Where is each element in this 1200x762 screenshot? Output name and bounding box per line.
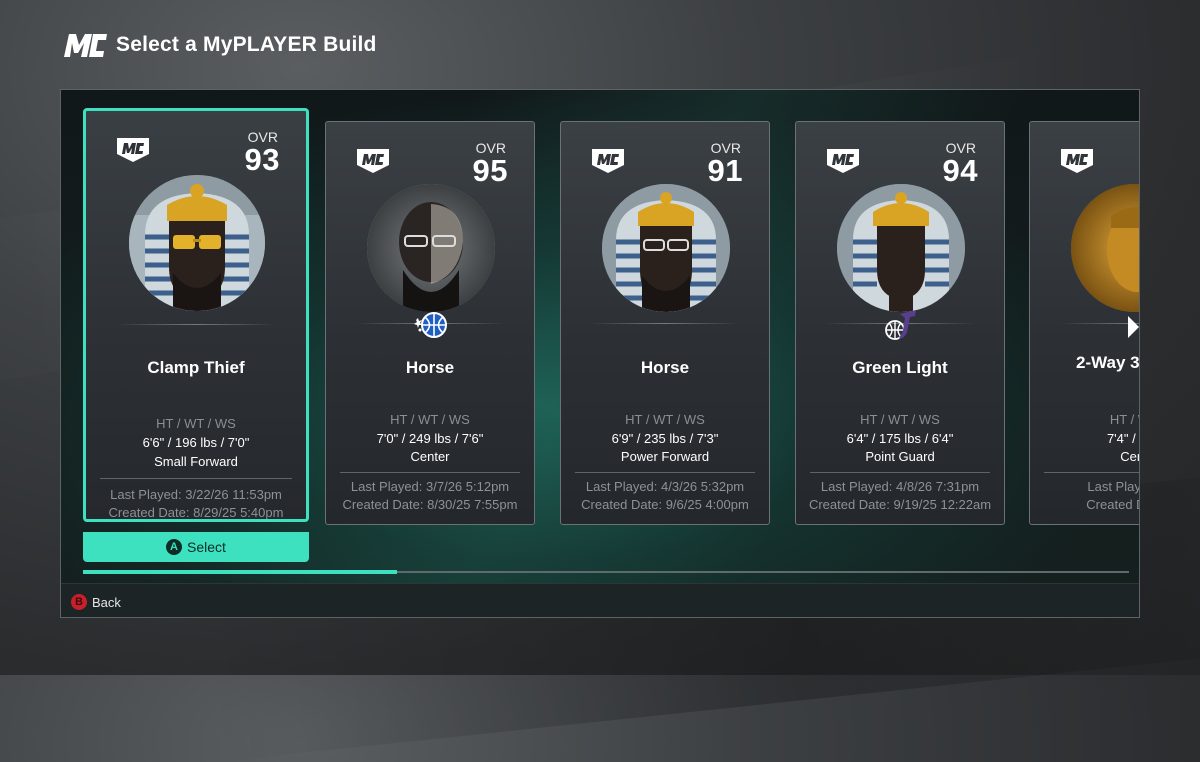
build-name: Horse: [640, 358, 690, 377]
stats-label: HT / WT / WS: [625, 412, 705, 427]
jazz-logo-icon: [885, 310, 916, 340]
stats-value: 6'6" / 196 lbs / 7'0": [142, 435, 250, 450]
build-card-horse-center[interactable]: OVR 95 Horse HT / WT / WS 7'0" / 249 lbs…: [325, 121, 535, 525]
stats-value: 6'4" / 175 lbs / 6'4": [846, 431, 954, 446]
card-rule: [810, 472, 990, 473]
player-portrait: [1071, 184, 1139, 312]
ovr-rating: 95: [472, 153, 508, 188]
stats-value: 7'0" / 249 lbs / 7'6": [376, 431, 484, 446]
player-position: Point Guard: [865, 449, 935, 464]
player-position: Center: [410, 449, 450, 464]
stats-label: HT / WT / WS: [156, 416, 236, 431]
player-position: Power Forward: [620, 449, 710, 464]
select-label: Select: [187, 539, 226, 555]
mc-badge-icon: [117, 138, 149, 162]
stats-label: HT / WT: [1109, 412, 1139, 427]
mc-badge-icon: [1061, 149, 1093, 173]
last-played: Last Played: 2/2: [1087, 479, 1139, 494]
player-position: Cent: [1120, 449, 1139, 464]
created-date: Created Date: 9/: [1086, 497, 1139, 512]
carousel-scroll-thumb[interactable]: [83, 570, 397, 574]
build-card-horse-pf[interactable]: OVR 91 Horse HT / WT / WS 6'9" / 235 lbs…: [560, 121, 770, 525]
page-title: Select a MyPLAYER Build: [116, 33, 377, 56]
build-name: Green Light: [852, 358, 948, 377]
chevron-right-icon[interactable]: [1128, 316, 1139, 338]
build-card-clamp-thief[interactable]: OVR 93 Clamp Thief HT / WT / WS 6'6" / 1…: [83, 108, 309, 522]
player-portrait: [837, 184, 965, 312]
mc-badge-icon: [592, 149, 624, 173]
ovr-rating: 91: [707, 153, 743, 188]
build-card-2-way[interactable]: 2-Way 3 Clea HT / WT 7'4" / 230 Cent Las…: [1029, 121, 1140, 525]
mc-badge-icon: [827, 149, 859, 173]
card-rule: [100, 478, 292, 479]
stats-value: 6'9" / 235 lbs / 7'3": [611, 431, 719, 446]
magic-logo-icon: [414, 312, 447, 338]
player-portrait: [602, 184, 730, 312]
card-rule: [340, 472, 520, 473]
a-button-icon: A: [166, 539, 183, 555]
card-rule: [575, 472, 755, 473]
card-divider: [114, 324, 278, 325]
last-played: Last Played: 4/3/26 5:32pm: [585, 479, 745, 494]
build-card-green-light[interactable]: OVR 94 Green Light HT / WT / WS 6'4" / 1…: [795, 121, 1005, 525]
player-portrait: [129, 175, 265, 311]
build-name: Clamp Thief: [147, 358, 245, 377]
back-label: Back: [92, 594, 121, 610]
player-position: Small Forward: [154, 454, 238, 469]
player-portrait: [367, 184, 495, 312]
mc-logo-icon: [64, 34, 107, 57]
created-date: Created Date: 9/6/25 4:00pm: [581, 497, 749, 512]
stats-label: HT / WT / WS: [860, 412, 940, 427]
stats-label: HT / WT / WS: [390, 412, 470, 427]
last-played: Last Played: 4/8/26 7:31pm: [820, 479, 980, 494]
last-played: Last Played: 3/22/26 11:53pm: [110, 487, 282, 502]
back-button[interactable]: B Back: [71, 594, 121, 610]
carousel-scrollbar[interactable]: [83, 570, 1129, 574]
card-divider: [589, 323, 741, 324]
build-name: Horse: [405, 358, 455, 377]
panel-footer: B Back: [61, 583, 1139, 617]
created-date: Created Date: 8/29/25 5:40pm: [108, 505, 284, 520]
last-played: Last Played: 3/7/26 5:12pm: [350, 479, 510, 494]
page-header: Select a MyPLAYER Build: [62, 28, 377, 62]
b-button-icon: B: [71, 594, 87, 610]
stats-value: 7'4" / 230: [1106, 431, 1139, 446]
ovr-rating: 93: [244, 142, 280, 177]
created-date: Created Date: 8/30/25 7:55pm: [342, 497, 518, 512]
ovr-rating: 94: [942, 153, 978, 188]
created-date: Created Date: 9/19/25 12:22am: [808, 497, 992, 512]
select-button[interactable]: A Select: [83, 532, 309, 562]
build-name: 2-Way 3 Clea: [1076, 353, 1140, 372]
mc-badge-icon: [357, 149, 389, 173]
build-carousel-panel: OVR 93 Clamp Thief HT / WT / WS 6'6" / 1…: [60, 89, 1140, 618]
card-rule: [1044, 472, 1139, 473]
